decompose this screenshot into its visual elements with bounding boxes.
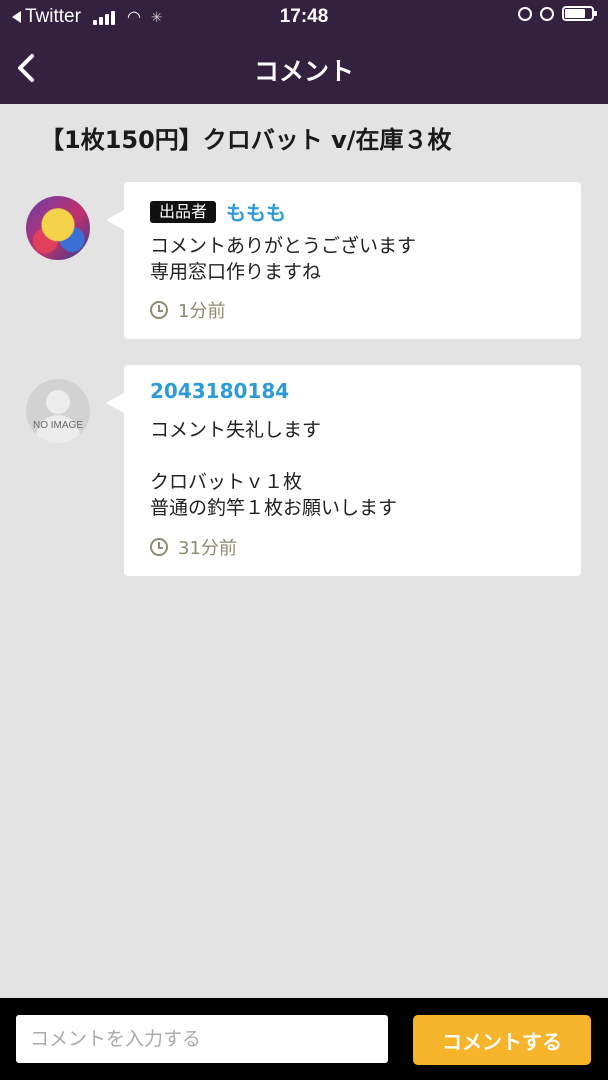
comment-time: 31分前 xyxy=(178,538,237,559)
no-image-label: NO IMAGE xyxy=(32,420,83,431)
battery-icon xyxy=(562,6,597,21)
avatar[interactable]: NO IMAGE xyxy=(26,379,90,443)
orientation-lock-icon xyxy=(518,6,532,21)
comment-composer: コメントする xyxy=(0,998,608,1080)
send-comment-button[interactable]: コメントする xyxy=(413,1015,591,1065)
comment-bubble: 2043180184 コメント失礼します クロバットｖ１枚 普通の釣竿１枚お願い… xyxy=(106,365,581,576)
comment-bubble: 出品者 ももも コメントありがとうございます 専用窓口作りますね 1分前 xyxy=(106,182,581,339)
status-bar: Twitter ◠ ✳ 17:48 xyxy=(0,0,608,34)
nav-bar: コメント xyxy=(0,34,608,104)
clock-icon xyxy=(150,538,168,556)
comment-text: コメント失礼します クロバットｖ１枚 普通の釣竿１枚お願いします xyxy=(150,419,398,519)
item-title: 【1枚150円】クロバット v/在庫３枚 xyxy=(40,126,452,154)
comment-text: コメントありがとうございます 専用窓口作りますね xyxy=(150,235,417,283)
comment-username[interactable]: ももも xyxy=(226,197,286,226)
seller-badge: 出品者 xyxy=(150,200,217,223)
comment-time: 1分前 xyxy=(178,301,226,322)
default-avatar-icon xyxy=(46,390,70,414)
alarm-icon xyxy=(540,6,554,21)
clock-icon xyxy=(150,301,168,319)
page-title: コメント xyxy=(253,57,354,86)
avatar[interactable] xyxy=(26,196,90,260)
status-time: 17:48 xyxy=(279,6,329,27)
comment-username[interactable]: 2043180184 xyxy=(150,379,289,403)
comment-input[interactable] xyxy=(16,1015,388,1063)
